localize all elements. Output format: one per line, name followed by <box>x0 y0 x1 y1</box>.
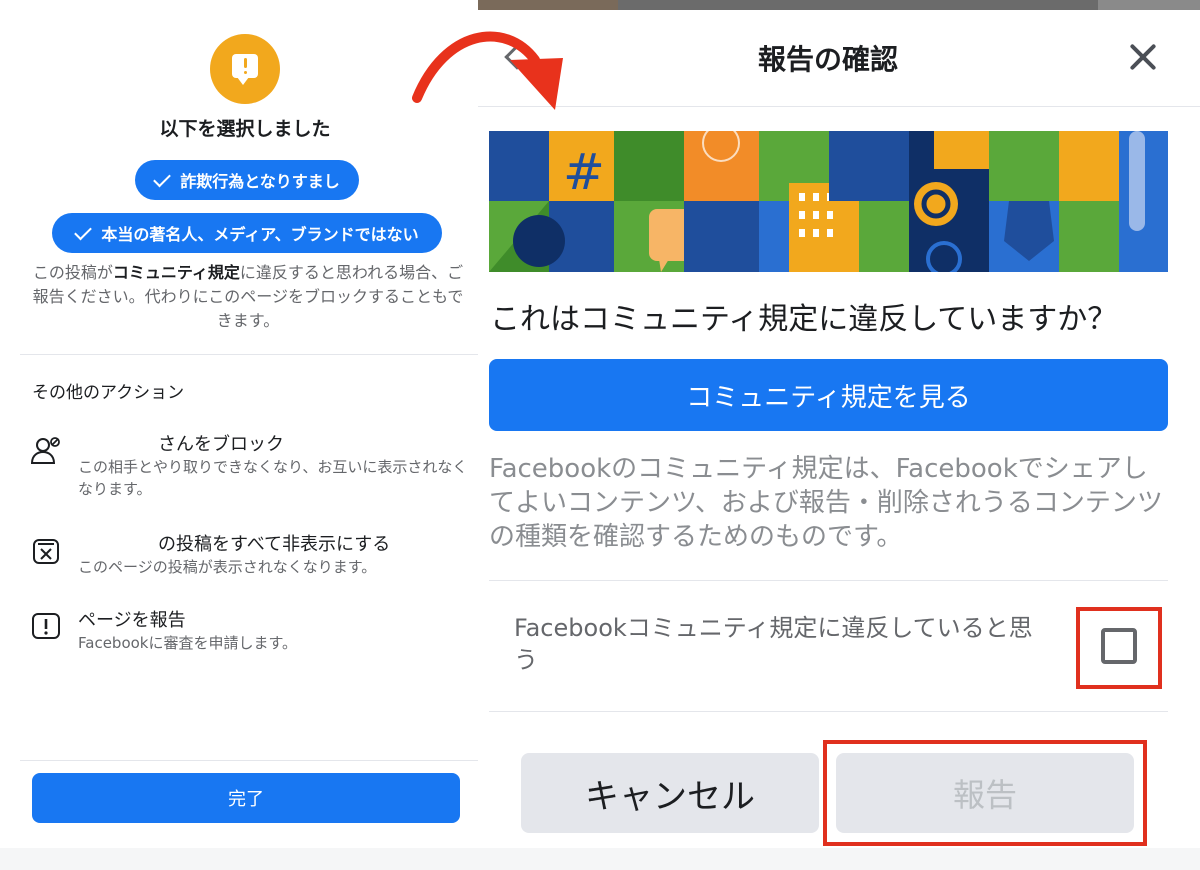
community-standards-link[interactable]: コミュニティ規定 <box>113 263 240 282</box>
divider <box>478 106 1200 107</box>
community-standards-banner: # <box>489 131 1168 272</box>
cancel-button[interactable]: キャンセル <box>521 753 819 833</box>
checkbox-label: Facebookコミュニティ規定に違反していると思う <box>514 614 1033 674</box>
report-description: この投稿がコミュニティ規定に違反すると思われる場合、ご報告ください。代わりにこの… <box>28 261 468 333</box>
divider <box>489 580 1168 581</box>
action-subtitle: このページの投稿が表示されなくなります。 <box>78 558 377 576</box>
hide-posts-action[interactable]: の投稿をすべて非表示にする このページの投稿が表示されなくなります。 <box>30 530 470 580</box>
report-icon <box>32 613 60 639</box>
selected-tag-label: 本当の著名人、メディア、ブランドではない <box>101 225 419 244</box>
report-page-action[interactable]: ページを報告 Facebookに審査を申請します。 <box>30 606 470 656</box>
divider <box>20 760 478 761</box>
selected-tag-label: 詐欺行為となりすまし <box>180 172 340 191</box>
selected-tag-fraud[interactable]: 詐欺行為となりすまし <box>135 160 359 200</box>
screen: 以下を選択しました 詐欺行為となりすまし 本当の著名人、メディア、ブランドではな… <box>0 0 1200 870</box>
action-title: の投稿をすべて非表示にする <box>158 534 391 555</box>
action-subtitle: Facebookに審査を申請します。 <box>78 634 297 652</box>
action-subtitle: この相手とやり取りできなくなり、お互いに表示されなくなります。 <box>78 458 468 498</box>
check-icon <box>153 169 172 187</box>
divider <box>489 711 1168 712</box>
selected-tag-not-real[interactable]: 本当の著名人、メディア、ブランドではない <box>52 213 442 253</box>
divider <box>20 354 478 355</box>
alert-icon <box>210 34 280 104</box>
selection-summary-panel: 以下を選択しました 詐欺行為となりすまし 本当の著名人、メディア、ブランドではな… <box>0 0 478 870</box>
close-icon[interactable] <box>1126 40 1160 74</box>
bottom-band <box>0 848 1200 870</box>
view-community-standards-button[interactable]: コミュニティ規定を見る <box>489 359 1168 431</box>
action-title: さんをブロック <box>158 434 284 455</box>
svg-text:#: # <box>563 143 605 201</box>
other-actions-title: その他のアクション <box>32 383 185 403</box>
report-button[interactable]: 報告 <box>836 753 1134 833</box>
hide-posts-icon <box>33 539 59 564</box>
top-strip <box>478 0 1200 10</box>
report-confirmation-panel: 報告の確認 # これはコミュニティ規定に違反していますか？ コミュニティ規定を見… <box>478 0 1200 870</box>
description-text: この投稿が <box>32 263 113 282</box>
red-arrow-icon <box>412 31 563 110</box>
block-action[interactable]: さんをブロック この相手とやり取りできなくなり、お互いに表示されなくなります。 <box>30 430 470 500</box>
question-heading: これはコミュニティ規定に違反していますか？ <box>490 302 1118 337</box>
action-title: ページを報告 <box>78 610 186 631</box>
violation-checkbox[interactable] <box>1101 628 1137 664</box>
done-button[interactable]: 完了 <box>32 773 460 823</box>
check-icon <box>74 222 93 240</box>
info-text: Facebookのコミュニティ規定は、Facebookでシェアしてよいコンテンツ… <box>489 454 1163 552</box>
dialog-title: 報告の確認 <box>757 43 898 76</box>
person-block-icon <box>30 437 60 464</box>
